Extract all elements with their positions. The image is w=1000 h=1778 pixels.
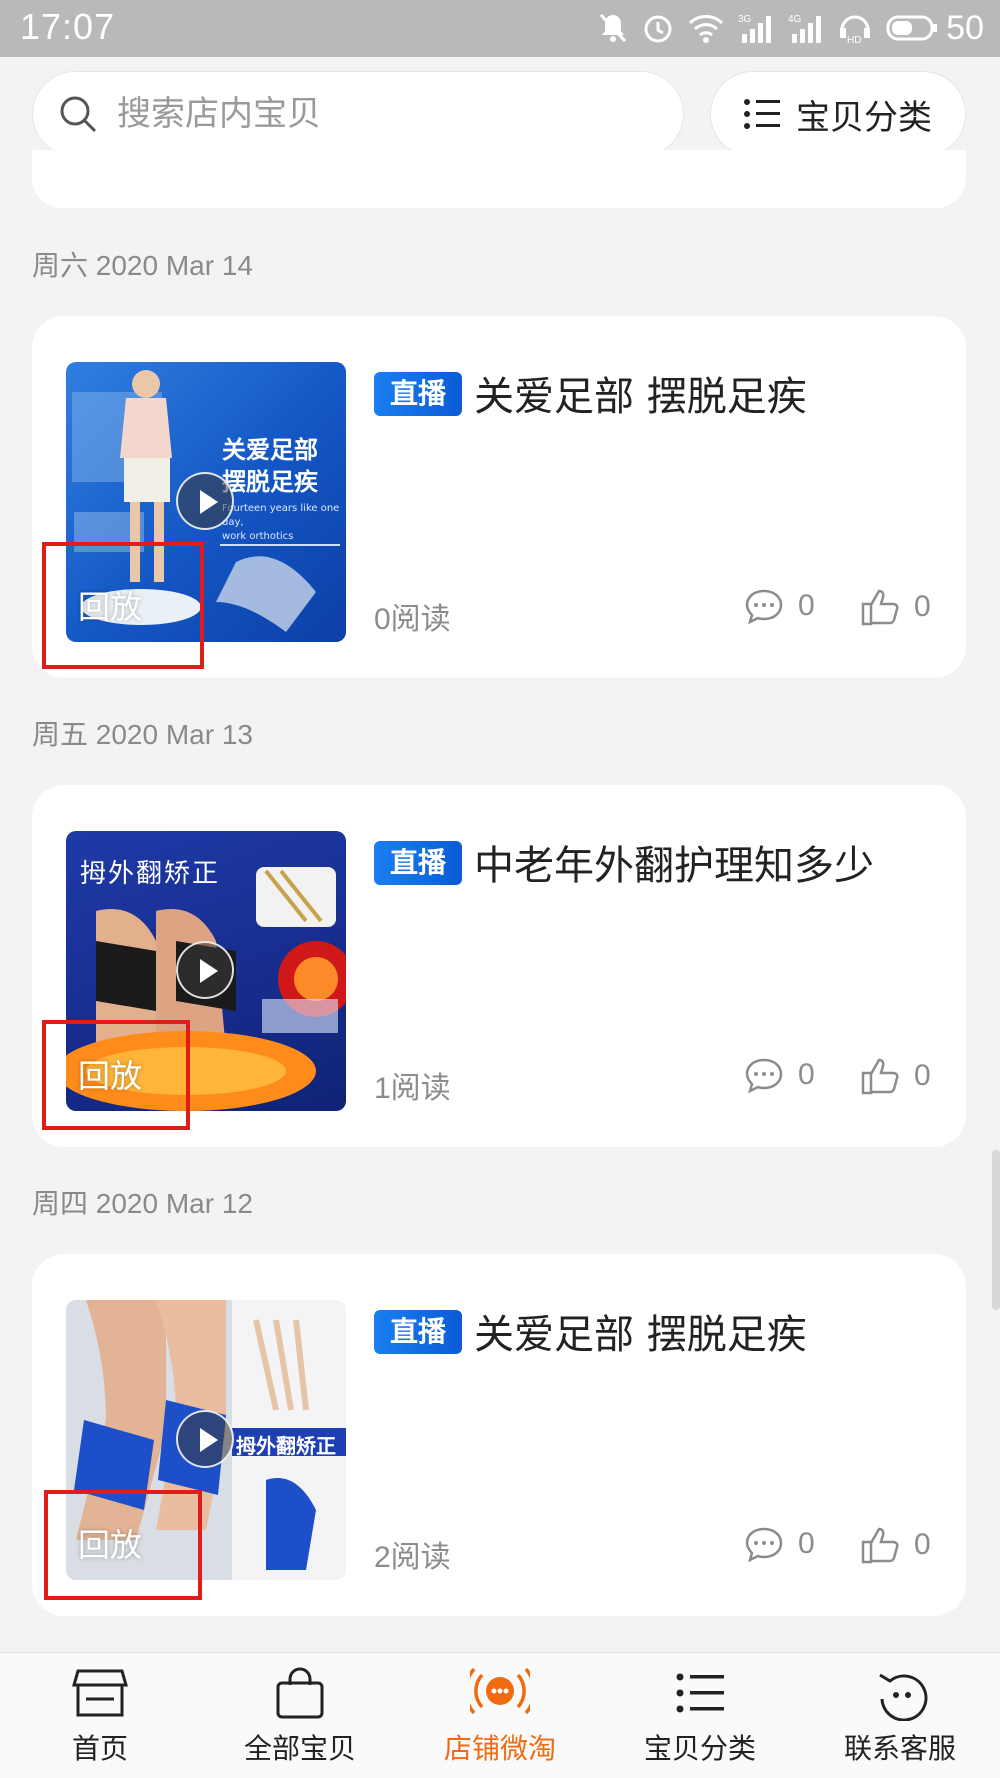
read-count: 1阅读 bbox=[374, 1072, 451, 1105]
comment-count: 0 bbox=[798, 589, 815, 622]
live-tag: 直播 bbox=[374, 372, 462, 416]
feed-date: 周六 2020 Mar 14 bbox=[32, 250, 253, 281]
highlight-box bbox=[44, 1490, 202, 1600]
like-stat[interactable]: 0 bbox=[860, 1526, 931, 1564]
post-title[interactable]: 关爱足部 摆脱足疾 bbox=[474, 1302, 807, 1360]
thumbnail-caption: 拇外翻矫正 bbox=[80, 859, 221, 889]
play-icon[interactable] bbox=[176, 472, 234, 530]
tab-all-items[interactable]: 全部宝贝 bbox=[200, 1653, 400, 1778]
tab-categories[interactable]: 宝贝分类 bbox=[600, 1653, 800, 1778]
feed-date: 周五 2020 Mar 13 bbox=[32, 719, 253, 750]
comment-icon bbox=[745, 1527, 783, 1562]
comment-icon bbox=[745, 1058, 783, 1093]
post-title[interactable]: 关爱足部 摆脱足疾 bbox=[474, 364, 807, 422]
tab-label: 联系客服 bbox=[843, 1732, 956, 1765]
status-icons: 3G 4G HD 50 bbox=[598, 8, 984, 48]
comment-stat[interactable]: 0 bbox=[744, 588, 815, 624]
store-icon bbox=[72, 1669, 128, 1717]
search-input[interactable] bbox=[117, 94, 597, 134]
thumbs-up-icon bbox=[861, 1527, 899, 1564]
tab-store-feed[interactable]: 店铺微淘 bbox=[400, 1653, 600, 1778]
search-icon bbox=[60, 96, 97, 133]
wifi-icon bbox=[689, 15, 724, 43]
post-title[interactable]: 中老年外翻护理知多少 bbox=[474, 833, 874, 891]
category-button[interactable]: 宝贝分类 bbox=[710, 71, 966, 157]
comment-count: 0 bbox=[798, 1527, 815, 1560]
svg-text:4G: 4G bbox=[788, 14, 802, 25]
thumbs-up-icon bbox=[861, 1058, 899, 1095]
read-count: 0阅读 bbox=[374, 603, 451, 636]
category-button-label: 宝贝分类 bbox=[796, 97, 932, 138]
highlight-box bbox=[42, 1020, 190, 1130]
thumbnail-caption: 关爱足部 摆脱足疾 bbox=[222, 436, 318, 496]
tab-home[interactable]: 首页 bbox=[0, 1653, 200, 1778]
list-icon bbox=[676, 1673, 724, 1713]
comment-icon bbox=[745, 589, 783, 624]
scroll-handle[interactable] bbox=[992, 1150, 1000, 1310]
live-tag: 直播 bbox=[374, 841, 462, 885]
status-time: 17:07 bbox=[20, 6, 116, 47]
read-count: 2阅读 bbox=[374, 1541, 451, 1574]
thumbs-up-icon bbox=[861, 589, 899, 626]
like-count: 0 bbox=[914, 1059, 931, 1092]
comment-count: 0 bbox=[798, 1058, 815, 1091]
bag-icon bbox=[276, 1667, 324, 1719]
tab-label: 店铺微淘 bbox=[443, 1732, 556, 1765]
like-count: 0 bbox=[914, 590, 931, 623]
search-box[interactable] bbox=[32, 71, 684, 157]
broadcast-icon bbox=[470, 1667, 530, 1715]
bottom-tab-bar: 首页 全部宝贝 店铺微淘 宝贝分类 联系客服 bbox=[0, 1652, 1000, 1778]
chat-face-icon bbox=[879, 1673, 928, 1721]
tab-label: 首页 bbox=[71, 1732, 128, 1765]
highlight-box bbox=[42, 542, 204, 669]
mute-icon bbox=[600, 13, 627, 43]
live-tag: 直播 bbox=[374, 1310, 462, 1354]
svg-text:HD: HD bbox=[847, 35, 861, 44]
signal-3g-icon: 3G bbox=[738, 14, 772, 43]
play-icon[interactable] bbox=[176, 941, 234, 999]
list-icon bbox=[744, 99, 780, 129]
alarm-icon bbox=[644, 15, 672, 43]
thumbnail-caption: 拇外翻矫正 bbox=[236, 1434, 336, 1458]
battery-icon bbox=[886, 15, 938, 41]
play-icon[interactable] bbox=[176, 1410, 234, 1468]
hd-icon: HD bbox=[840, 15, 871, 44]
comment-stat[interactable]: 0 bbox=[744, 1526, 815, 1562]
comment-stat[interactable]: 0 bbox=[744, 1057, 815, 1093]
feed-date: 周四 2020 Mar 12 bbox=[32, 1188, 253, 1219]
like-stat[interactable]: 0 bbox=[860, 1057, 931, 1095]
battery-level: 50 bbox=[946, 8, 984, 47]
tab-label: 全部宝贝 bbox=[243, 1732, 356, 1765]
partial-card bbox=[32, 150, 966, 208]
tab-label: 宝贝分类 bbox=[643, 1732, 756, 1765]
svg-text:3G: 3G bbox=[738, 14, 752, 25]
tab-customer-service[interactable]: 联系客服 bbox=[800, 1653, 1000, 1778]
signal-4g-icon: 4G bbox=[788, 14, 822, 43]
like-count: 0 bbox=[914, 1528, 931, 1561]
like-stat[interactable]: 0 bbox=[860, 588, 931, 626]
status-bar: 17:07 3G 4G HD 50 bbox=[0, 0, 1000, 57]
thumbnail-subcaption: Fourteen years like one day, work orthot… bbox=[222, 503, 340, 542]
